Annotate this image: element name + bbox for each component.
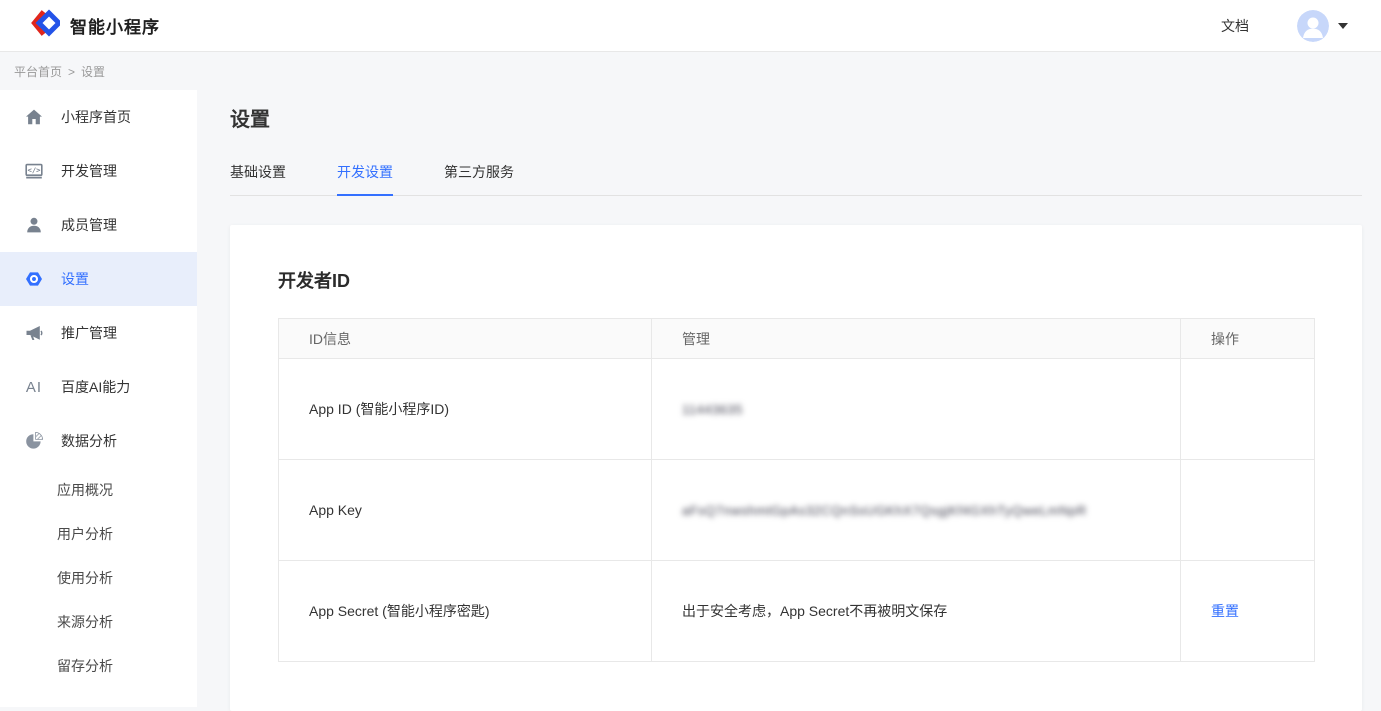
sidebar-item-home[interactable]: 小程序首页 [0, 90, 197, 144]
sidebar-subitem-usage-analysis[interactable]: 使用分析 [0, 556, 197, 600]
sidebar-item-label: 数据分析 [61, 431, 117, 451]
sidebar-item-label: 成员管理 [61, 215, 117, 235]
avatar-dropdown-caret-icon[interactable] [1338, 23, 1348, 29]
page-title: 设置 [230, 103, 1362, 132]
brand-logo-icon [30, 8, 60, 43]
app-key-label: App Key [279, 460, 652, 561]
table-row: App Secret (智能小程序密匙) 出于安全考虑，App Secret不再… [279, 561, 1315, 662]
sidebar-item-baidu-ai[interactable]: AI 百度AI能力 [0, 360, 197, 414]
person-icon [24, 215, 44, 235]
app-secret-label: App Secret (智能小程序密匙) [279, 561, 652, 662]
breadcrumb-home[interactable]: 平台首页 [14, 63, 62, 80]
sidebar-item-label: 推广管理 [61, 323, 117, 343]
tab-basic-settings[interactable]: 基础设置 [230, 162, 286, 195]
sidebar-item-label: 百度AI能力 [61, 377, 130, 397]
column-header-id-info: ID信息 [279, 319, 652, 359]
sidebar-subitem-user-analysis[interactable]: 用户分析 [0, 512, 197, 556]
breadcrumb-current: 设置 [81, 63, 105, 80]
brand-name: 智能小程序 [70, 13, 160, 38]
app-key-value: aFsQ7nwshmtGpAs32CQnSsUGKhX7QsgjKf4GXhTy… [682, 503, 1087, 518]
sidebar-subitem-source-analysis[interactable]: 来源分析 [0, 600, 197, 644]
app-secret-note: 出于安全考虑，App Secret不再被明文保存 [652, 561, 1181, 662]
sidebar-item-dev-manage[interactable]: </> 开发管理 [0, 144, 197, 198]
column-header-action: 操作 [1181, 319, 1315, 359]
sidebar-item-settings[interactable]: 设置 [0, 252, 197, 306]
settings-tabs: 基础设置 开发设置 第三方服务 [230, 162, 1362, 196]
sidebar-subitem-app-overview[interactable]: 应用概况 [0, 468, 197, 512]
sidebar-item-data-analysis[interactable]: 数据分析 [0, 414, 197, 468]
reset-secret-button[interactable]: 重置 [1211, 603, 1239, 619]
breadcrumb-separator: > [68, 65, 75, 79]
table-header-row: ID信息 管理 操作 [279, 319, 1315, 359]
app-id-value: 11443635 [682, 402, 743, 417]
megaphone-icon [24, 323, 44, 343]
docs-link[interactable]: 文档 [1221, 16, 1249, 36]
sidebar: 小程序首页 </> 开发管理 成员管理 [0, 90, 197, 707]
app-key-action-cell [1181, 460, 1315, 561]
page: 智能小程序 文档 平台首页 > 设置 小程序首页 [0, 0, 1381, 707]
column-header-manage: 管理 [652, 319, 1181, 359]
breadcrumb: 平台首页 > 设置 [0, 53, 1381, 90]
developer-id-card: 开发者ID ID信息 管理 操作 App ID (智能小程序ID) 114436… [230, 225, 1362, 711]
table-row: App Key aFsQ7nwshmtGpAs32CQnSsUGKhX7Qsgj… [279, 460, 1315, 561]
sidebar-item-promotion[interactable]: 推广管理 [0, 306, 197, 360]
pie-chart-icon [24, 431, 44, 451]
sidebar-item-label: 小程序首页 [61, 107, 131, 127]
svg-text:</>: </> [28, 166, 42, 175]
sidebar-item-members[interactable]: 成员管理 [0, 198, 197, 252]
navbar-right: 文档 [1221, 10, 1348, 42]
main-content: 设置 基础设置 开发设置 第三方服务 开发者ID ID信息 管理 操作 App … [197, 90, 1381, 707]
developer-id-heading: 开发者ID [278, 267, 1314, 293]
avatar[interactable] [1297, 10, 1329, 42]
top-navbar: 智能小程序 文档 [0, 0, 1381, 52]
code-icon: </> [24, 161, 44, 181]
ai-icon: AI [24, 377, 44, 397]
tab-third-party[interactable]: 第三方服务 [444, 162, 514, 195]
table-row: App ID (智能小程序ID) 11443635 [279, 359, 1315, 460]
home-icon [24, 107, 44, 127]
brand: 智能小程序 [30, 8, 160, 43]
tab-dev-settings[interactable]: 开发设置 [337, 162, 393, 196]
sidebar-item-label: 开发管理 [61, 161, 117, 181]
sidebar-subitem-retention-analysis[interactable]: 留存分析 [0, 644, 197, 688]
sidebar-item-label: 设置 [61, 269, 89, 289]
developer-id-table: ID信息 管理 操作 App ID (智能小程序ID) 11443635 App… [278, 318, 1315, 662]
app-id-action-cell [1181, 359, 1315, 460]
app-id-label: App ID (智能小程序ID) [279, 359, 652, 460]
settings-gear-icon [24, 269, 44, 289]
